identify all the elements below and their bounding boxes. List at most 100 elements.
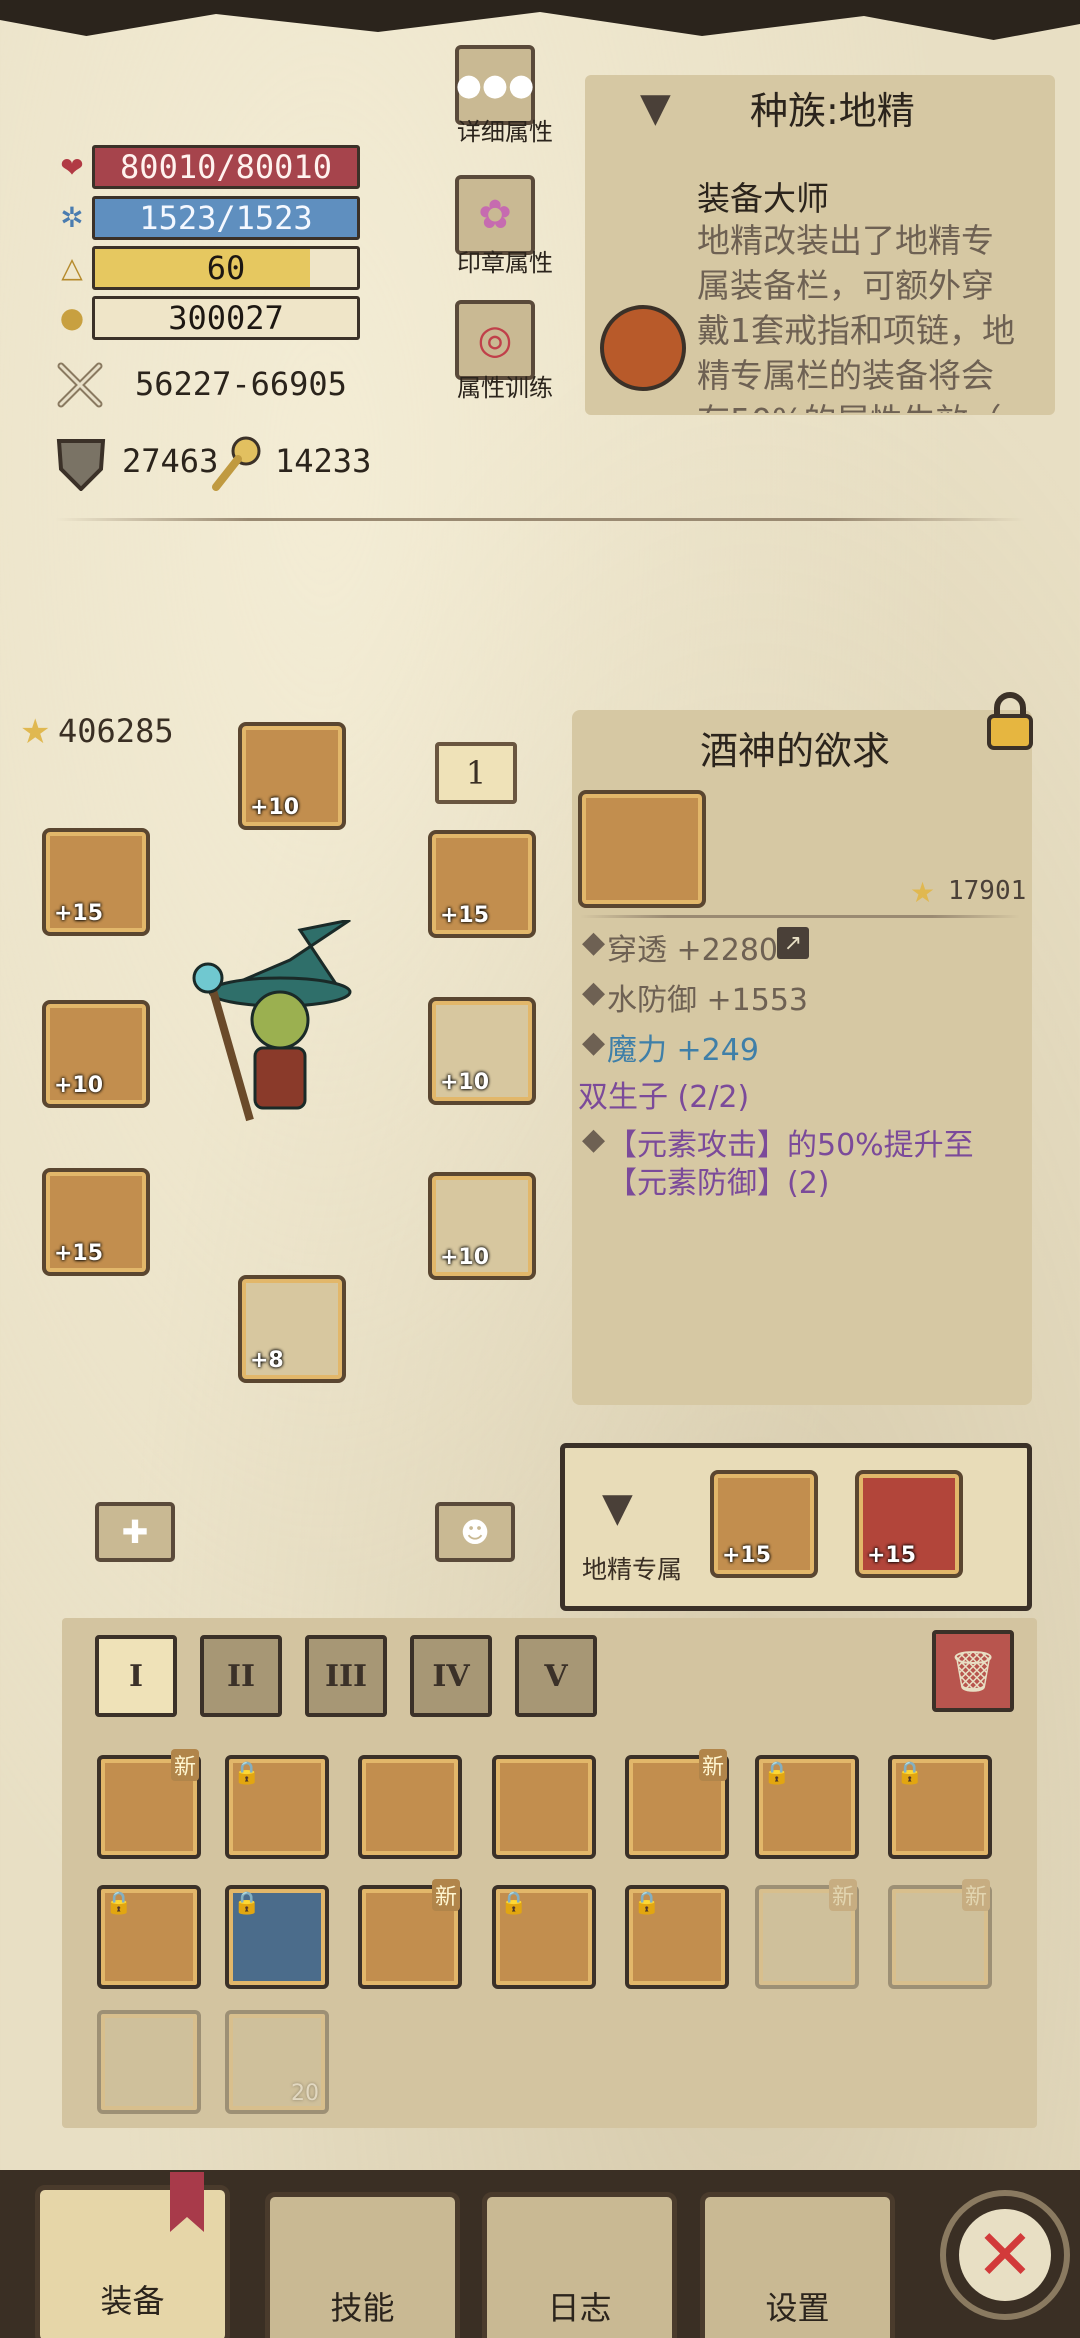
info-arrow-icon[interactable]: ↗ bbox=[777, 927, 809, 959]
plus-icon: ✚ bbox=[121, 1513, 149, 1551]
equip-slot-left-2[interactable]: +10 bbox=[42, 1000, 150, 1108]
level-bar: 60 bbox=[92, 246, 360, 290]
slot-level: +10 bbox=[250, 795, 300, 820]
inventory-slot[interactable]: 新 bbox=[755, 1879, 859, 1989]
set-desc-2: 【元素防御】(2) bbox=[607, 1166, 830, 1201]
dots-icon: ●●● bbox=[455, 67, 535, 103]
new-badge: 新 bbox=[431, 1879, 460, 1911]
inventory-slot[interactable]: 新 bbox=[358, 1879, 462, 1989]
star-icon: ★ bbox=[20, 712, 51, 752]
goblin-emblem-icon: ▼ bbox=[640, 85, 671, 131]
bag-tab-1[interactable]: I bbox=[95, 1635, 177, 1717]
mana-icon: ✲ bbox=[60, 200, 84, 234]
attack-value: 56227-66905 bbox=[135, 365, 347, 403]
flower-icon: ✿ bbox=[478, 192, 512, 238]
slot-level: +15 bbox=[867, 1543, 917, 1568]
gold-coin-icon: ● bbox=[59, 300, 85, 334]
lock-icon: 🔒 bbox=[105, 1891, 133, 1916]
race-desc-line: 戴1套戒指和项链，地 bbox=[697, 311, 1015, 350]
attr-bullet: ◆ bbox=[582, 925, 606, 960]
attr-penetration: 穿透 +2280 bbox=[607, 933, 779, 968]
attr-bullet: ◆ bbox=[582, 1122, 606, 1157]
bag-tab-4[interactable]: IV bbox=[410, 1635, 492, 1717]
race-skill-icon bbox=[600, 305, 686, 391]
trash-button[interactable]: 🗑 bbox=[932, 1630, 1014, 1712]
nav-skills-label: 技能 bbox=[330, 2289, 395, 2327]
lock-icon: 🔒 bbox=[233, 1761, 261, 1786]
equip-set-number-button[interactable]: 1 bbox=[435, 742, 517, 804]
equip-slot-right-1[interactable]: +15 bbox=[428, 830, 536, 938]
new-badge: 新 bbox=[828, 1879, 857, 1911]
equip-slot-right-3[interactable]: +10 bbox=[428, 1172, 536, 1280]
equip-slot-left-1[interactable]: +15 bbox=[42, 828, 150, 936]
equip-slot-left-3[interactable]: +15 bbox=[42, 1168, 150, 1276]
goblin-necklace-slot[interactable]: +15 bbox=[855, 1470, 963, 1578]
stack-count: 20 bbox=[291, 2081, 319, 2106]
nav-log-label: 日志 bbox=[547, 2289, 612, 2327]
mp-bar: 1523/1523 bbox=[92, 196, 360, 240]
attr-bullet: ◆ bbox=[582, 1025, 606, 1060]
add-slot-button[interactable]: ✚ bbox=[95, 1502, 175, 1562]
equip-slot-helmet[interactable]: +10 bbox=[238, 722, 346, 830]
race-description: 地精改装出了地精专 属装备栏，可额外穿 戴1套戒指和项链，地 精专属栏的装备将会… bbox=[697, 218, 1027, 413]
new-badge: 新 bbox=[961, 1879, 990, 1911]
lock-icon: 🔒 bbox=[233, 1891, 261, 1916]
new-badge: 新 bbox=[698, 1749, 727, 1781]
inventory-slot[interactable]: 🔒 bbox=[97, 1885, 201, 1989]
close-button[interactable]: ✕ bbox=[940, 2190, 1070, 2320]
gold-bar: 300027 bbox=[92, 296, 360, 340]
new-badge: 新 bbox=[170, 1749, 199, 1781]
item-divider bbox=[580, 915, 1020, 918]
inventory-slot[interactable]: 新 bbox=[625, 1749, 729, 1859]
slot-level: +8 bbox=[250, 1348, 284, 1373]
goblin-ring-slot[interactable]: +15 bbox=[710, 1470, 818, 1578]
nav-settings[interactable]: 设置 bbox=[700, 2192, 895, 2338]
nav-equipment-label: 装备 bbox=[100, 2282, 165, 2320]
inventory-slot[interactable]: 20 bbox=[225, 2010, 329, 2114]
equip-slot-boots[interactable]: +8 bbox=[238, 1275, 346, 1383]
bag-tab-2[interactable]: II bbox=[200, 1635, 282, 1717]
slot-level: +15 bbox=[54, 901, 104, 926]
inventory-slot[interactable] bbox=[97, 2010, 201, 2114]
equip-slot-right-2[interactable]: +10 bbox=[428, 997, 536, 1105]
nav-settings-label: 设置 bbox=[765, 2289, 830, 2327]
attr-water-defense: 水防御 +1553 bbox=[607, 983, 809, 1018]
race-skill-name: 装备大师 bbox=[697, 179, 829, 218]
goblin-emblem-icon: ▼ bbox=[602, 1485, 633, 1531]
inventory-slot[interactable]: 🔒 bbox=[225, 1885, 329, 1989]
lock-icon: 🔒 bbox=[500, 1891, 528, 1916]
inventory-slot[interactable]: 新 bbox=[97, 1749, 201, 1859]
lock-icon: 🔒 bbox=[633, 1891, 661, 1916]
inventory-slot[interactable]: 🔒 bbox=[492, 1885, 596, 1989]
attr-magic: 魔力 +249 bbox=[607, 1033, 759, 1068]
slot-level: +10 bbox=[54, 1073, 104, 1098]
top-border bbox=[0, 0, 1080, 40]
lock-icon: 🔒 bbox=[763, 1761, 791, 1786]
race-desc-line: 属装备栏，可额外穿 bbox=[697, 266, 994, 305]
bag-tab-5[interactable]: V bbox=[515, 1635, 597, 1717]
inventory-slot[interactable]: 🔒 bbox=[888, 1755, 992, 1859]
nav-skills[interactable]: 技能 bbox=[265, 2192, 460, 2338]
inventory-slot[interactable]: 🔒 bbox=[755, 1755, 859, 1859]
seal-attributes-label: 印章属性 bbox=[457, 249, 553, 277]
nav-log[interactable]: 日志 bbox=[482, 2192, 677, 2338]
race-desc-line: 精专属栏的装备将会 bbox=[697, 356, 994, 395]
inventory-slot[interactable] bbox=[492, 1755, 596, 1859]
lock-icon: 🔒 bbox=[896, 1761, 924, 1786]
target-icon: ◎ bbox=[477, 317, 513, 363]
inventory-slot[interactable] bbox=[358, 1755, 462, 1859]
lock-icon[interactable] bbox=[985, 692, 1035, 750]
race-desc-line: 有50%的属性生效（ bbox=[697, 398, 1027, 413]
item-power: 17901 bbox=[948, 876, 1027, 906]
character-figure bbox=[180, 918, 380, 1150]
inventory-slot[interactable]: 🔒 bbox=[225, 1755, 329, 1859]
close-icon: ✕ bbox=[959, 2209, 1051, 2301]
item-detail-icon bbox=[578, 790, 706, 908]
heart-icon: ❤ bbox=[60, 150, 84, 184]
slot-level: +10 bbox=[440, 1245, 490, 1270]
bag-tab-3[interactable]: III bbox=[305, 1635, 387, 1717]
slot-level: +10 bbox=[440, 1070, 490, 1095]
inventory-slot[interactable]: 新 bbox=[888, 1879, 992, 1989]
goblin-mode-button[interactable]: ☻ bbox=[435, 1502, 515, 1562]
inventory-slot[interactable]: 🔒 bbox=[625, 1885, 729, 1989]
